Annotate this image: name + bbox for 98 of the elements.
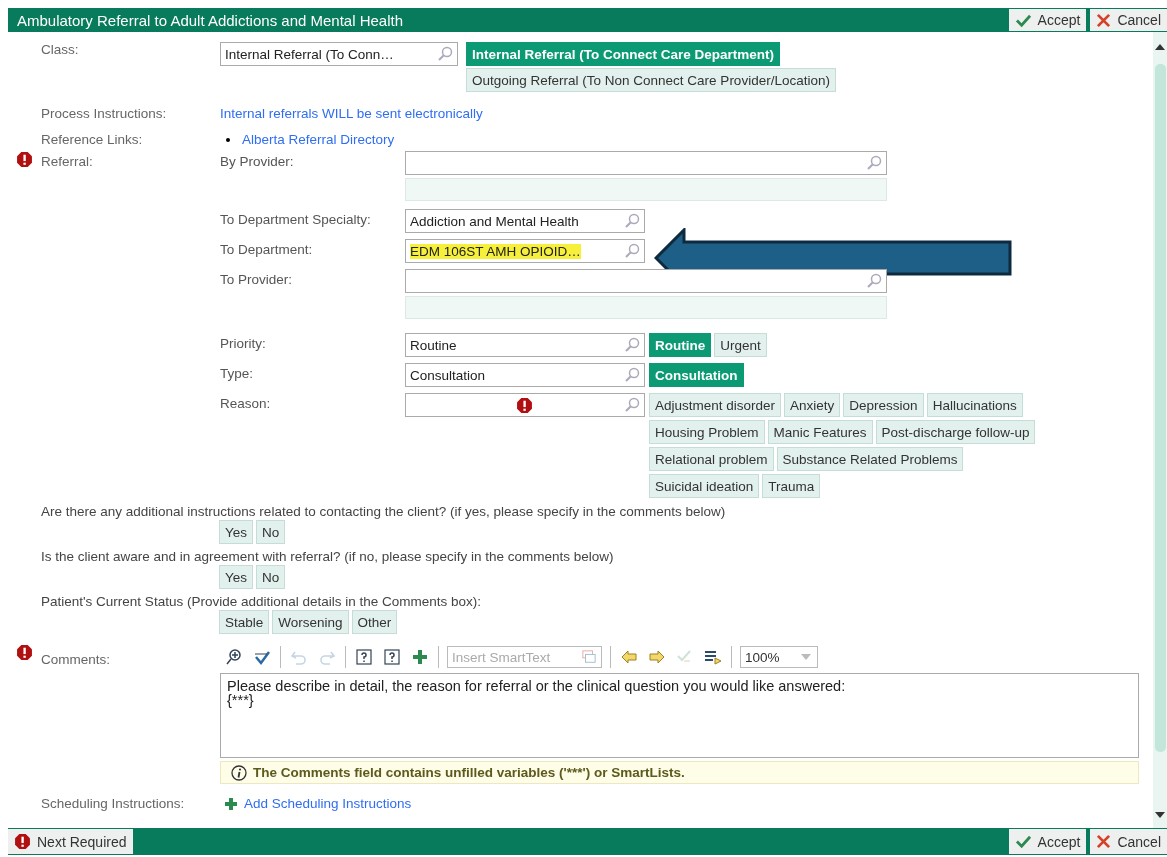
- list-icon[interactable]: [703, 648, 723, 666]
- option-button[interactable]: Manic Features: [767, 420, 873, 444]
- question-text: Patient's Current Status (Provide additional details in the Comments box):: [41, 594, 483, 609]
- bullet-icon: [226, 137, 230, 142]
- cancel-button[interactable]: Cancel: [1090, 9, 1167, 31]
- option-button[interactable]: Yes: [219, 565, 254, 589]
- lookup-field[interactable]: Internal Referral (To Conn…: [220, 42, 458, 66]
- reference-link[interactable]: Alberta Referral Directory: [242, 132, 395, 147]
- search-icon[interactable]: [624, 397, 640, 413]
- lookup-field[interactable]: Consultation: [405, 363, 645, 387]
- question-text: Is the client aware and in agreement with referral? (if no, please specify in the comments below): [41, 549, 615, 564]
- close-icon: [1096, 834, 1112, 849]
- field-value: Internal Referral (To Conn…: [225, 46, 394, 62]
- field-label: Process Instructions:: [41, 106, 168, 121]
- search-icon[interactable]: [866, 155, 882, 171]
- option-button[interactable]: Adjustment disorder: [649, 393, 782, 417]
- scrollbar[interactable]: [1153, 32, 1167, 828]
- zoom-dropdown[interactable]: 100%: [740, 646, 818, 668]
- option-button[interactable]: Yes: [219, 520, 254, 544]
- option-button[interactable]: No: [256, 565, 286, 589]
- check-icon: [1014, 834, 1032, 849]
- zoom-icon[interactable]: [224, 648, 244, 666]
- required-icon: [516, 397, 533, 414]
- lookup-field[interactable]: [405, 269, 887, 293]
- option-button[interactable]: Worsening: [272, 610, 349, 634]
- field-label: To Department:: [220, 241, 314, 257]
- caret-icon: [801, 654, 811, 660]
- search-icon[interactable]: [624, 367, 640, 383]
- option-button[interactable]: Housing Problem: [649, 420, 765, 444]
- option-button[interactable]: Stable: [219, 610, 270, 634]
- field-label: To Department Specialty:: [220, 211, 372, 227]
- field-value: Consultation: [410, 367, 486, 383]
- placeholder-text: Insert SmartText: [452, 649, 551, 665]
- required-icon: [16, 644, 33, 661]
- field-label: Comments:: [41, 651, 112, 667]
- window-icon: [581, 650, 597, 664]
- field-label: Class:: [41, 42, 80, 57]
- next-required-button[interactable]: Next Required: [8, 829, 133, 854]
- lookup-field[interactable]: EDM 106ST AMH OPIOID…: [405, 239, 645, 263]
- field-label: Reason:: [220, 395, 272, 411]
- field-label: Reference Links:: [41, 132, 144, 147]
- field-label: To Provider:: [220, 271, 294, 287]
- option-button[interactable]: Internal Referral (To Connect Care Department): [466, 42, 781, 66]
- help-icon[interactable]: [354, 648, 374, 666]
- option-button[interactable]: Routine: [649, 333, 712, 357]
- option-button[interactable]: Urgent: [714, 333, 767, 357]
- accept-button[interactable]: Accept: [1008, 829, 1087, 854]
- option-button[interactable]: Post-discharge follow-up: [875, 420, 1036, 444]
- field-value: Addiction and Mental Health: [410, 213, 579, 229]
- lookup-field[interactable]: [405, 151, 887, 175]
- add-scheduling-link[interactable]: Add Scheduling Instructions: [224, 796, 412, 811]
- lookup-field[interactable]: [405, 393, 645, 417]
- search-icon[interactable]: [866, 273, 882, 289]
- warning-text: The Comments field contains unfilled variables ('***') or SmartLists.: [253, 765, 685, 780]
- required-icon: [16, 151, 33, 168]
- search-icon[interactable]: [437, 46, 453, 62]
- cancel-button[interactable]: Cancel: [1090, 829, 1167, 854]
- right-arrow-icon[interactable]: [647, 648, 667, 666]
- lookup-field[interactable]: Routine: [405, 333, 645, 357]
- option-button[interactable]: No: [256, 520, 286, 544]
- accept-button[interactable]: Accept: [1008, 9, 1087, 31]
- search-icon[interactable]: [624, 213, 640, 229]
- option-button[interactable]: Suicidal ideation: [649, 474, 760, 498]
- comment-text: {***}: [227, 693, 255, 707]
- option-button[interactable]: Trauma: [762, 474, 821, 498]
- option-button[interactable]: Hallucinations: [926, 393, 1023, 417]
- comment-text: Please describe in detail, the reason for referral or the clinical question you would like answered:: [227, 679, 847, 693]
- window-title: Ambulatory Referral to Adult Addictions and Mental Health: [16, 11, 404, 29]
- required-icon: [14, 833, 31, 850]
- option-button[interactable]: Outgoing Referral (To Non Connect Care Provider/Location): [466, 68, 836, 92]
- left-arrow-icon[interactable]: [619, 648, 639, 666]
- field-value: Routine: [410, 337, 457, 353]
- lookup-field[interactable]: Addiction and Mental Health: [405, 209, 645, 233]
- search-icon[interactable]: [624, 337, 640, 353]
- field-label: By Provider:: [220, 153, 295, 169]
- field-label: Referral:: [41, 153, 94, 169]
- option-button[interactable]: Depression: [843, 393, 924, 417]
- field-label: Type:: [220, 365, 255, 381]
- info-icon: [231, 764, 247, 781]
- field-label: Scheduling Instructions:: [41, 796, 186, 811]
- plus-icon: [224, 796, 238, 811]
- instruction-text: Internal referrals WILL be sent electronically: [220, 106, 483, 121]
- option-button[interactable]: Anxiety: [784, 393, 841, 417]
- search-icon[interactable]: [624, 243, 640, 259]
- field-label: Priority:: [220, 335, 267, 351]
- check-icon: [1014, 12, 1032, 28]
- option-button[interactable]: Substance Related Problems: [776, 447, 964, 471]
- comments-field[interactable]: Please describe in detail, the reason for referral or the clinical question you would like answered: {***}: [220, 673, 1139, 758]
- plus-icon[interactable]: [410, 648, 430, 666]
- scroll-down-icon[interactable]: [1155, 812, 1165, 818]
- option-button[interactable]: Relational problem: [649, 447, 774, 471]
- scroll-up-icon[interactable]: [1155, 44, 1165, 50]
- option-button[interactable]: Consultation: [649, 363, 744, 387]
- help-icon[interactable]: [382, 648, 402, 666]
- field-value: EDM 106ST AMH OPIOID…: [410, 243, 581, 259]
- option-button[interactable]: Other: [351, 610, 398, 634]
- close-icon: [1096, 12, 1112, 28]
- question-text: Are there any additional instructions related to contacting the client? (if yes, please specify in the comments below): [41, 504, 727, 519]
